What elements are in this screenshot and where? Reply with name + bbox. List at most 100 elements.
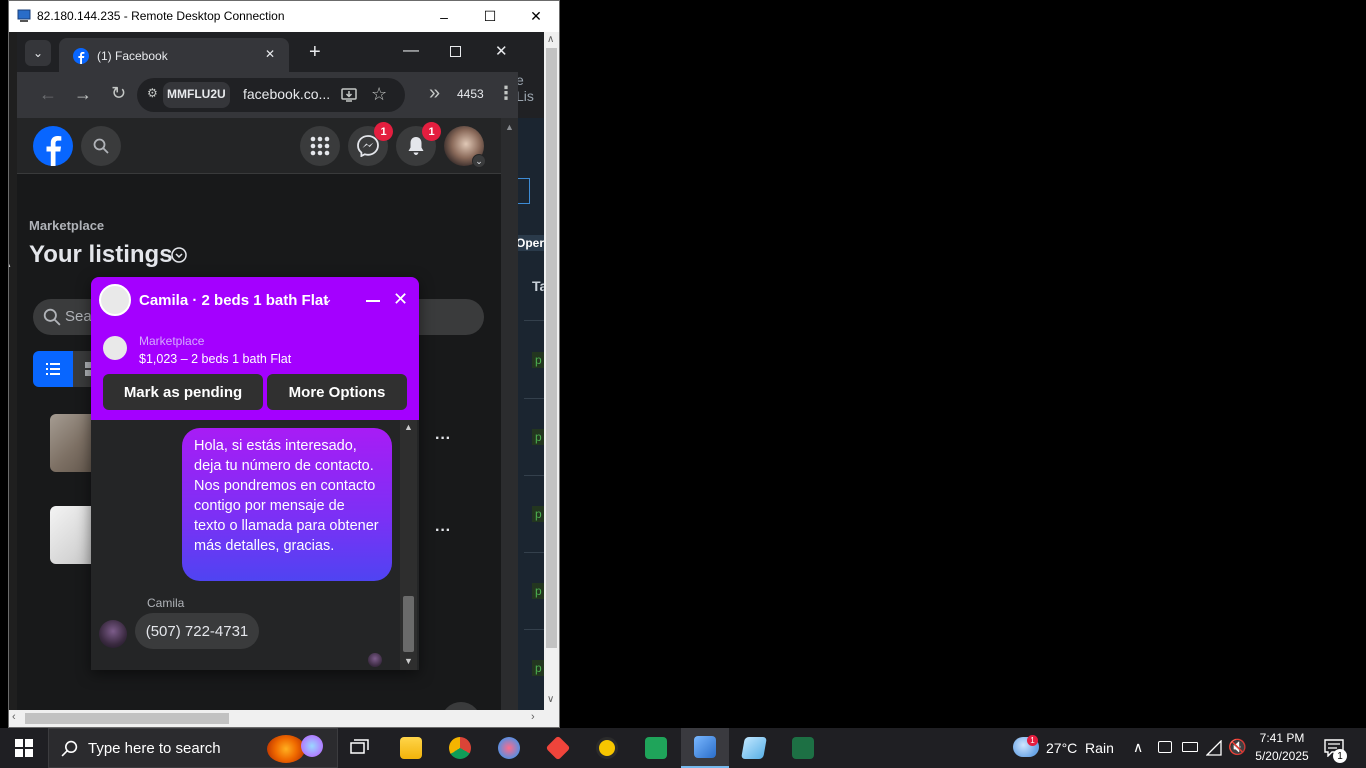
notification-count: 1 <box>1333 749 1347 763</box>
scroll-down-icon[interactable]: ▼ <box>404 656 413 666</box>
close-icon[interactable]: ✕ <box>495 42 508 60</box>
back-icon[interactable]: ← <box>39 84 57 105</box>
url-text[interactable]: facebook.co... <box>243 86 330 102</box>
account-chevron-icon[interactable]: ⌄ <box>472 154 486 168</box>
chrome-icon <box>449 737 471 759</box>
tab-search-button[interactable]: ⌄ <box>25 40 51 66</box>
windows-taskbar: Type here to search 1 27°C Rain ∧ 🔇 7:41… <box>0 728 1366 768</box>
taskbar-anydesk[interactable] <box>534 728 582 768</box>
taskbar-chrome[interactable] <box>436 728 484 768</box>
toolbar: ← → ↻ ⚙ MMFLU2U facebook.co... ☆ » 4453 … <box>17 72 518 118</box>
chat-close-icon[interactable]: ✕ <box>393 289 408 310</box>
listing-more-icon[interactable]: ··· <box>435 430 451 448</box>
taskbar-app[interactable] <box>485 728 533 768</box>
clock-date[interactable]: 5/20/2025 <box>1252 749 1312 763</box>
app-icon <box>741 737 767 759</box>
new-tab-icon[interactable]: + <box>309 41 321 64</box>
battery-icon[interactable] <box>1182 742 1198 752</box>
status-chip: p <box>532 506 544 522</box>
site-chip[interactable]: MMFLU2U <box>163 82 230 108</box>
app-icon <box>596 737 618 759</box>
scroll-thumb[interactable] <box>546 48 557 648</box>
scroll-up-icon[interactable]: ▲ <box>404 422 413 432</box>
listing-more-icon[interactable]: ··· <box>435 522 451 540</box>
status-chip: p <box>532 583 544 599</box>
taskbar-remote-desktop[interactable] <box>681 728 729 768</box>
start-button[interactable] <box>0 728 48 768</box>
address-bar[interactable]: ⚙ MMFLU2U facebook.co... ☆ <box>137 78 405 112</box>
search-highlight-icon[interactable] <box>301 735 323 757</box>
excel-icon <box>792 737 814 759</box>
site-settings-icon[interactable]: ⚙ <box>147 86 158 100</box>
rdp-titlebar[interactable]: 82.180.144.235 - Remote Desktop Connecti… <box>9 1 559 32</box>
remote-desktop-icon <box>694 736 716 758</box>
messenger-icon <box>357 135 379 157</box>
rdp-close-button[interactable]: ✕ <box>513 1 559 32</box>
chevron-down-icon: ⌄ <box>32 46 44 60</box>
volume-muted-icon[interactable]: 🔇 <box>1228 738 1247 756</box>
chat-minimize-icon[interactable] <box>366 300 380 302</box>
scroll-thumb[interactable] <box>403 596 414 652</box>
mark-pending-button[interactable]: Mark as pending <box>103 374 263 410</box>
more-options-button[interactable]: More Options <box>267 374 407 410</box>
extension-counter[interactable]: 4453 <box>457 87 484 101</box>
weather-text[interactable]: 27°C Rain <box>1046 740 1114 756</box>
taskbar-app[interactable] <box>730 728 778 768</box>
title-dropdown-icon[interactable] <box>171 247 187 263</box>
show-hidden-icons-chevron-icon[interactable]: ∧ <box>1133 739 1143 756</box>
meet-icon[interactable] <box>1158 741 1172 753</box>
task-view-icon <box>350 739 369 754</box>
clock-time[interactable]: 7:41 PM <box>1256 731 1308 745</box>
scroll-right-icon[interactable]: › <box>531 711 535 723</box>
incoming-message[interactable]: (507) 722-4731 <box>135 613 259 649</box>
taskbar-app[interactable] <box>632 728 680 768</box>
taskbar-file-explorer[interactable] <box>387 728 435 768</box>
task-view-button[interactable] <box>336 728 384 768</box>
breadcrumb[interactable]: Marketplace <box>29 218 104 233</box>
fb-search-button[interactable] <box>81 126 121 166</box>
tab-close-icon[interactable]: ✕ <box>265 47 275 61</box>
scroll-up-icon[interactable]: ∧ <box>547 34 554 45</box>
sender-avatar[interactable] <box>99 620 127 648</box>
search-highlight-icon[interactable] <box>267 735 305 763</box>
page-scrollbar[interactable]: ▲ <box>501 118 518 710</box>
sender-name: Camila <box>147 596 185 610</box>
network-icon[interactable] <box>1206 740 1222 756</box>
chat-scrollbar[interactable]: ▲ ▼ <box>400 420 417 670</box>
rdp-vertical-scrollbar[interactable]: ∧ ∨ <box>544 32 559 710</box>
list-view-toggle[interactable] <box>33 351 73 387</box>
menu-grid-button[interactable] <box>300 126 340 166</box>
reload-icon[interactable]: ↻ <box>111 83 126 104</box>
chevron-down-icon[interactable]: ⌄ <box>322 291 333 307</box>
tab-facebook[interactable]: (1) Facebook ✕ <box>59 38 289 72</box>
scroll-down-icon[interactable]: ∨ <box>547 694 554 705</box>
close-icon: ✕ <box>530 8 542 24</box>
listing-avatar <box>103 336 127 360</box>
chrome-menu-icon[interactable]: ⋮ <box>497 83 515 104</box>
chat-header: Camila · 2 beds 1 bath Flat ⌄ ✕ Marketpl… <box>91 277 419 420</box>
scroll-thumb[interactable] <box>25 713 229 724</box>
bg-app-title-fragment: e Lis <box>516 72 534 104</box>
rdp-horizontal-scrollbar[interactable]: ‹ › <box>9 710 544 727</box>
facebook-logo-icon[interactable] <box>33 126 73 166</box>
bookmark-star-icon[interactable]: ☆ <box>371 84 387 105</box>
new-message-button[interactable] <box>441 702 481 710</box>
scroll-up-icon[interactable]: ▲ <box>505 122 514 132</box>
rdp-maximize-button[interactable]: ☐ <box>467 1 513 32</box>
chat-title[interactable]: Camila · 2 beds 1 bath Flat <box>139 292 328 309</box>
taskbar-search[interactable]: Type here to search <box>48 728 338 768</box>
chat-avatar[interactable] <box>99 284 131 316</box>
extensions-chevron-icon[interactable]: » <box>429 82 440 105</box>
rdp-minimize-button[interactable]: – <box>421 1 467 32</box>
bg-app-input-edge <box>516 178 530 204</box>
listing-summary[interactable]: $1,023 – 2 beds 1 bath Flat <box>139 352 291 366</box>
forward-icon[interactable]: → <box>74 84 92 105</box>
anydesk-icon <box>545 735 571 761</box>
install-app-icon[interactable] <box>341 87 357 103</box>
minimize-icon[interactable]: — <box>403 42 419 60</box>
status-chip: p <box>532 352 544 368</box>
scroll-left-icon[interactable]: ‹ <box>12 711 16 723</box>
maximize-icon[interactable] <box>450 46 461 57</box>
taskbar-excel[interactable] <box>779 728 827 768</box>
taskbar-app[interactable] <box>583 728 631 768</box>
